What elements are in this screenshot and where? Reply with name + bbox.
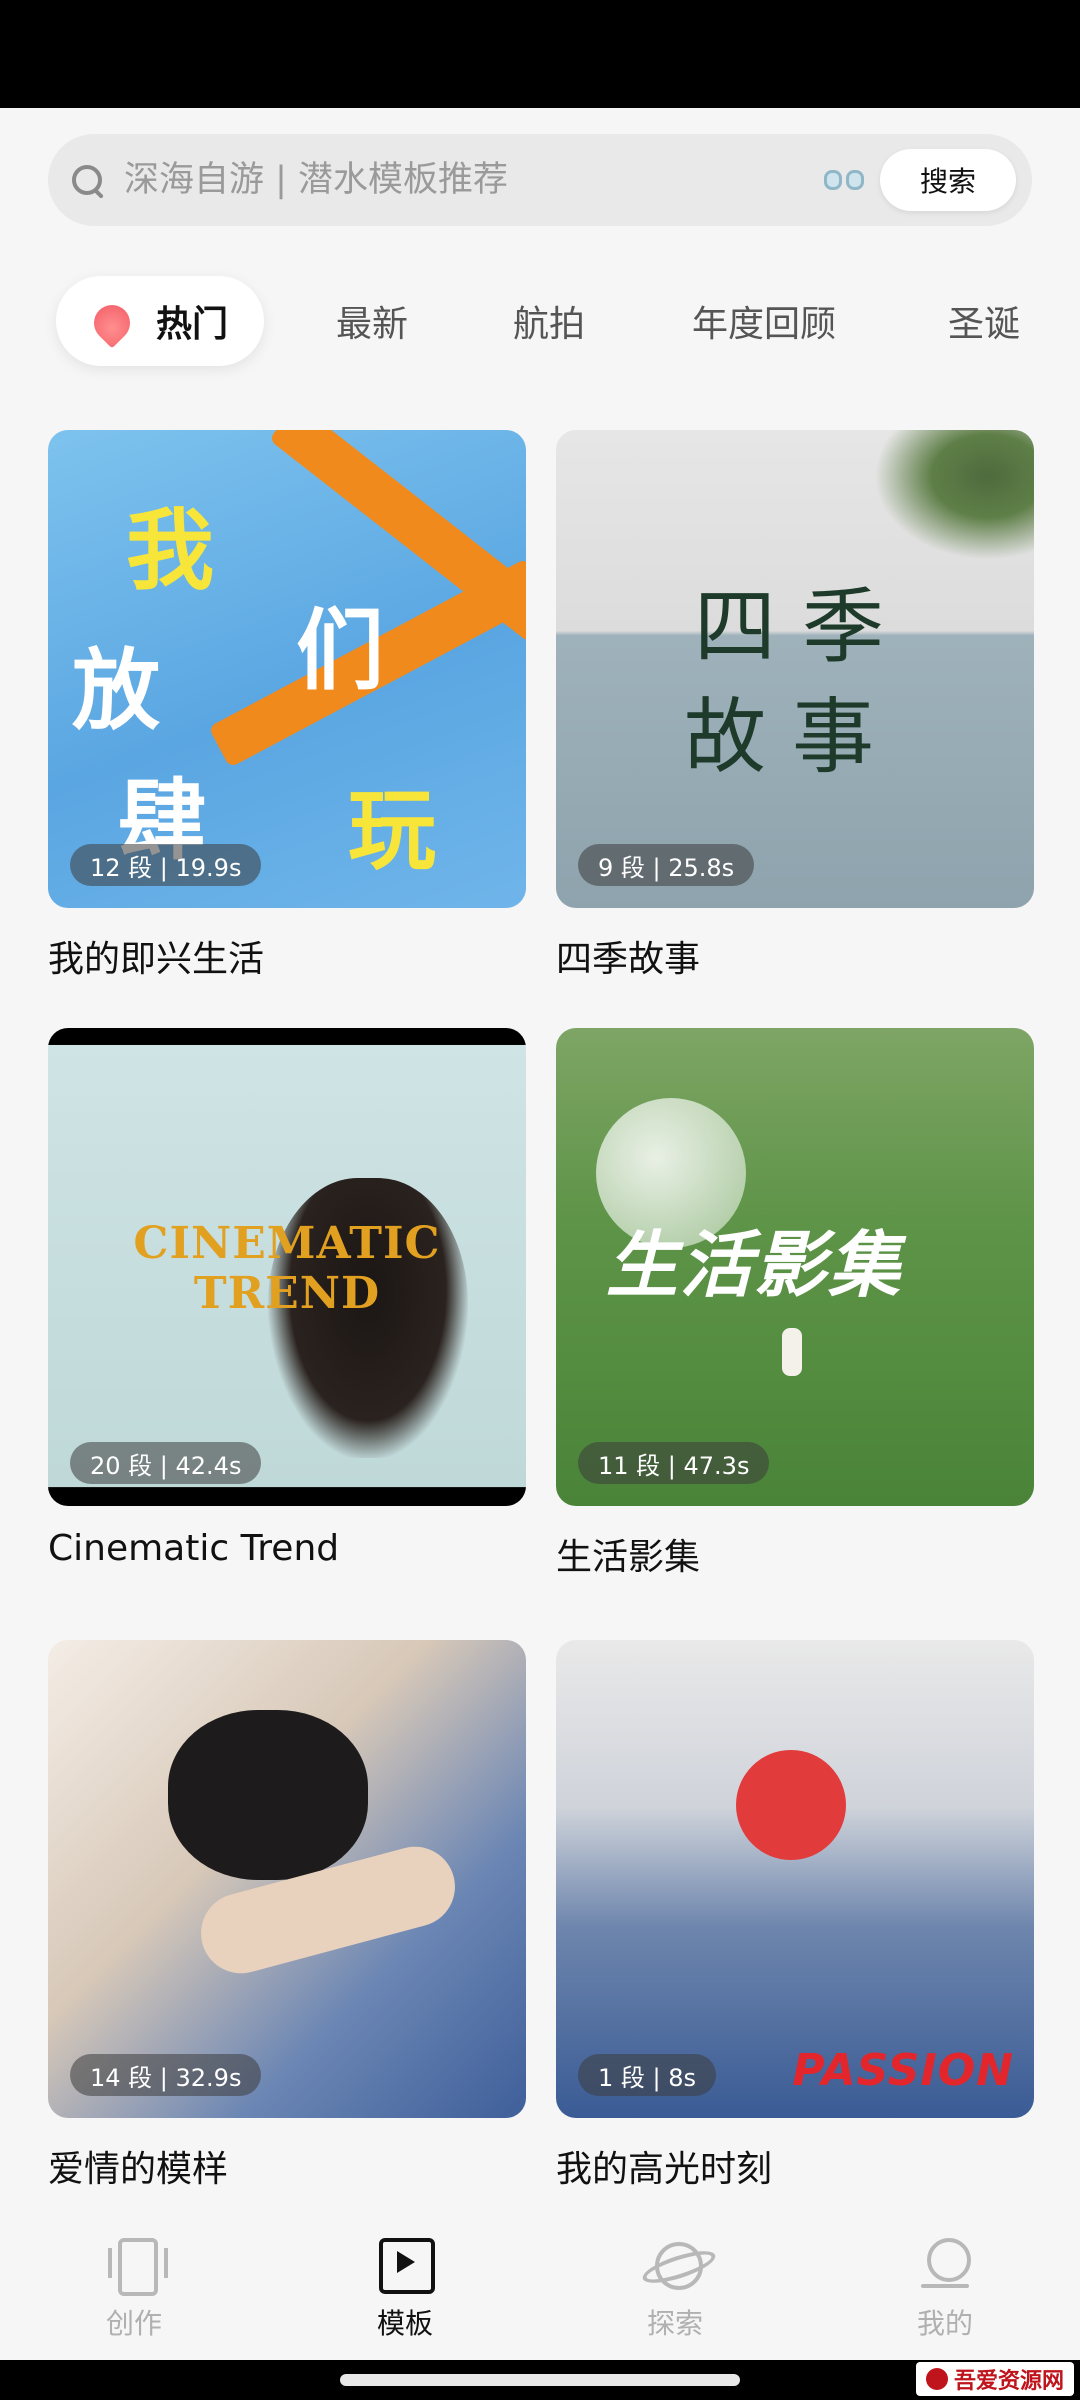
tab-label: 航拍 (513, 304, 586, 345)
nav-item-explore[interactable]: 探索 (605, 2234, 745, 2342)
clip-count-badge: 11 段 | 47.3s (578, 1442, 770, 1484)
tab-year-review[interactable]: 年度回顾 (692, 276, 836, 366)
search-button[interactable]: 搜索 (880, 149, 1016, 211)
template-card[interactable]: CINEMATIC TREND 20 段 | 42.4s Cinematic T… (48, 1028, 526, 1569)
diving-goggles-icon (824, 166, 866, 194)
peach-icon (90, 299, 134, 343)
search-icon (70, 163, 104, 197)
bottom-navigation: 创作 模板 探索 我的 (0, 2210, 1080, 2360)
template-title[interactable]: 四季故事 (556, 930, 1034, 982)
template-card[interactable]: 四季 故事 9 段 | 25.8s 四季故事 (556, 430, 1034, 982)
artwork-text: CINEMATIC (133, 1218, 441, 1269)
template-card[interactable]: 生活影集 11 段 | 47.3s 生活影集 (556, 1028, 1034, 1580)
nav-label: 创作 (105, 2307, 162, 2340)
clip-count-badge: 14 段 | 32.9s (70, 2054, 262, 2096)
clip-count-badge: 12 段 | 19.9s (70, 844, 262, 886)
nav-label: 模板 (376, 2307, 433, 2340)
play-icon (375, 2234, 435, 2294)
watermark-text: 吾爱资源网 (953, 2368, 1064, 2394)
template-card[interactable]: 我 们 放 肆 玩 12 段 | 19.9s 我的即兴生活 (48, 430, 526, 982)
template-card[interactable]: 14 段 | 32.9s 爱情的模样 (48, 1640, 526, 2192)
template-card[interactable]: PASSION 1 段 | 8s 我的高光时刻 (556, 1640, 1034, 2192)
template-thumbnail[interactable]: 14 段 | 32.9s (48, 1640, 526, 2118)
artwork-text: 生活影集 (606, 1223, 903, 1307)
template-thumbnail[interactable]: PASSION 1 段 | 8s (556, 1640, 1034, 2118)
watermark: 吾爱资源网 (915, 2362, 1074, 2396)
nav-label: 我的 (916, 2307, 973, 2340)
clip-count-badge: 1 段 | 8s (578, 2054, 717, 2096)
search-bar[interactable]: 搜索 (48, 134, 1032, 226)
status-bar (0, 0, 1080, 108)
search-input[interactable] (124, 150, 824, 210)
template-thumbnail[interactable]: 生活影集 11 段 | 47.3s (556, 1028, 1034, 1506)
template-thumbnail[interactable]: 我 们 放 肆 玩 12 段 | 19.9s (48, 430, 526, 908)
clip-count-badge: 9 段 | 25.8s (578, 844, 755, 886)
artwork-text: PASSION (792, 2045, 1014, 2096)
tab-christmas[interactable]: 圣诞 (948, 276, 1020, 366)
clip-count-badge: 20 段 | 42.4s (70, 1442, 262, 1484)
artwork-text: 我 (126, 498, 215, 602)
planet-icon (645, 2234, 705, 2294)
artwork-text: 们 (296, 598, 385, 702)
tab-aerial[interactable]: 航拍 (513, 276, 585, 366)
template-title[interactable]: 我的即兴生活 (48, 930, 526, 982)
tab-hot[interactable]: 热门 (56, 276, 265, 366)
nav-item-create[interactable]: 创作 (64, 2234, 204, 2342)
artwork-text: TREND (193, 1268, 381, 1319)
phone-icon (104, 2234, 168, 2296)
artwork-text: 玩 (348, 778, 437, 882)
artwork-text: 放 (72, 638, 161, 742)
template-title[interactable]: 爱情的模样 (48, 2140, 526, 2192)
template-thumbnail[interactable]: 四季 故事 9 段 | 25.8s (556, 430, 1034, 908)
user-icon (915, 2234, 975, 2294)
artwork-text: 四季 (694, 580, 911, 675)
artwork-text: 故事 (684, 690, 901, 785)
tab-latest[interactable]: 最新 (336, 276, 408, 366)
template-title[interactable]: 我的高光时刻 (556, 2140, 1034, 2192)
nav-item-templates[interactable]: 模板 (335, 2234, 475, 2342)
tab-label: 年度回顾 (692, 304, 837, 345)
nav-label: 探索 (646, 2307, 703, 2340)
template-thumbnail[interactable]: CINEMATIC TREND 20 段 | 42.4s (48, 1028, 526, 1506)
tab-label: 最新 (336, 304, 409, 345)
template-title[interactable]: 生活影集 (556, 1528, 1034, 1580)
tab-label: 圣诞 (948, 304, 1021, 345)
tab-label: 热门 (156, 304, 229, 345)
home-indicator[interactable] (340, 2374, 740, 2386)
template-title[interactable]: Cinematic Trend (48, 1528, 526, 1569)
watermark-logo-icon (925, 2368, 948, 2390)
nav-item-profile[interactable]: 我的 (875, 2234, 1015, 2342)
category-tabs: 热门 最新 航拍 年度回顾 圣诞 (0, 276, 1080, 366)
